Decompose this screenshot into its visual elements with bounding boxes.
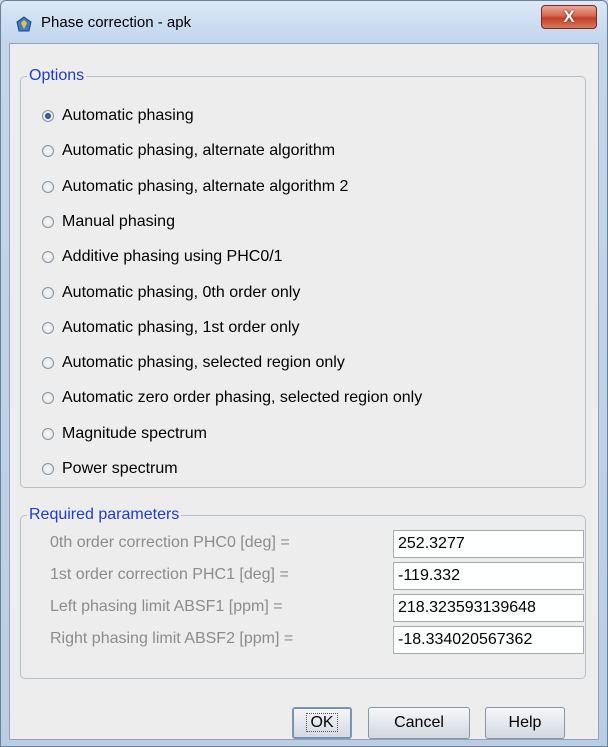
radio-button-icon[interactable] (42, 463, 54, 475)
cancel-button[interactable]: Cancel (368, 707, 470, 739)
param-input[interactable]: 252.3277 (393, 530, 584, 558)
options-legend: Options (27, 67, 87, 85)
param-row: 0th order correction PHC0 [deg] = 252.327… (50, 530, 590, 558)
dialog-window: Phase correction - apk X Options Automat… (0, 0, 608, 747)
radio-button-icon[interactable] (42, 321, 54, 334)
param-label: 1st order correction PHC1 [deg] = (50, 566, 289, 583)
radio-button-icon[interactable] (42, 251, 54, 264)
radio-button-icon[interactable] (42, 357, 54, 370)
radio-option[interactable]: Additive phasing using PHC0/1 (42, 245, 283, 269)
radio-button-icon[interactable] (42, 215, 54, 228)
window-title: Phase correction - apk (41, 14, 192, 31)
radio-option[interactable]: Automatic phasing, alternate algorithm 2 (42, 175, 348, 199)
radio-option[interactable]: Power spectrum (42, 457, 178, 481)
radio-button-icon[interactable] (42, 145, 54, 158)
radio-button-icon[interactable] (42, 180, 54, 193)
app-icon (16, 16, 32, 32)
param-row: Right phasing limit ABSF2 [ppm] = -18.334… (50, 626, 590, 654)
radio-option[interactable]: Automatic phasing, selected region only (42, 351, 345, 375)
radio-option[interactable]: Automatic phasing (42, 104, 194, 128)
close-button[interactable]: X (541, 5, 597, 29)
radio-option-label: Additive phasing using PHC0/1 (62, 248, 283, 266)
radio-option[interactable]: Automatic phasing, alternate algorithm (42, 139, 335, 163)
radio-option[interactable]: Automatic phasing, 0th order only (42, 281, 300, 305)
radio-button-icon[interactable] (42, 427, 54, 440)
param-label: Right phasing limit ABSF2 [ppm] = (50, 630, 294, 647)
radio-option-label: Automatic zero order phasing, selected r… (62, 389, 423, 407)
radio-option[interactable]: Automatic phasing, 1st order only (42, 316, 299, 340)
radio-option-label: Automatic phasing, selected region only (62, 354, 345, 372)
radio-option[interactable]: Magnitude spectrum (42, 422, 207, 446)
param-input[interactable]: -119.332 (393, 562, 584, 590)
radio-option-label: Manual phasing (62, 212, 175, 230)
radio-button-icon[interactable] (42, 392, 54, 405)
radio-option[interactable]: Manual phasing (42, 210, 175, 234)
radio-option-label: Automatic phasing, alternate algorithm 2 (62, 177, 349, 195)
radio-option-label: Automatic phasing, alternate algorithm (62, 142, 336, 160)
param-row: Left phasing limit ABSF1 [ppm] = 218.3235… (50, 594, 590, 622)
radio-option[interactable]: Automatic zero order phasing, selected r… (42, 386, 422, 410)
param-row: 1st order correction PHC1 [deg] = -119.33… (50, 562, 590, 590)
help-button[interactable]: Help (485, 707, 565, 739)
title-bar[interactable]: Phase correction - apk X (1, 1, 607, 43)
param-input[interactable]: -18.334020567362 (393, 626, 584, 654)
radio-option-label: Magnitude spectrum (62, 424, 207, 442)
param-label: 0th order correction PHC0 [deg] = (50, 534, 290, 551)
dialog-content: Options Automatic phasing Automatic phasi… (9, 43, 599, 740)
radio-option-label: Power spectrum (62, 460, 178, 477)
radio-option-label: Automatic phasing, 1st order only (62, 318, 300, 336)
ok-button[interactable]: OK (292, 707, 352, 739)
ok-button-label: OK (306, 713, 338, 732)
param-label: Left phasing limit ABSF1 [ppm] = (50, 598, 283, 615)
radio-option-label: Automatic phasing (62, 107, 194, 124)
radio-button-icon[interactable] (42, 286, 54, 299)
radio-button-icon[interactable] (42, 110, 54, 122)
param-input[interactable]: 218.323593139648 (393, 594, 584, 622)
params-legend: Required parameters (27, 506, 182, 524)
radio-option-label: Automatic phasing, 0th order only (62, 283, 301, 301)
